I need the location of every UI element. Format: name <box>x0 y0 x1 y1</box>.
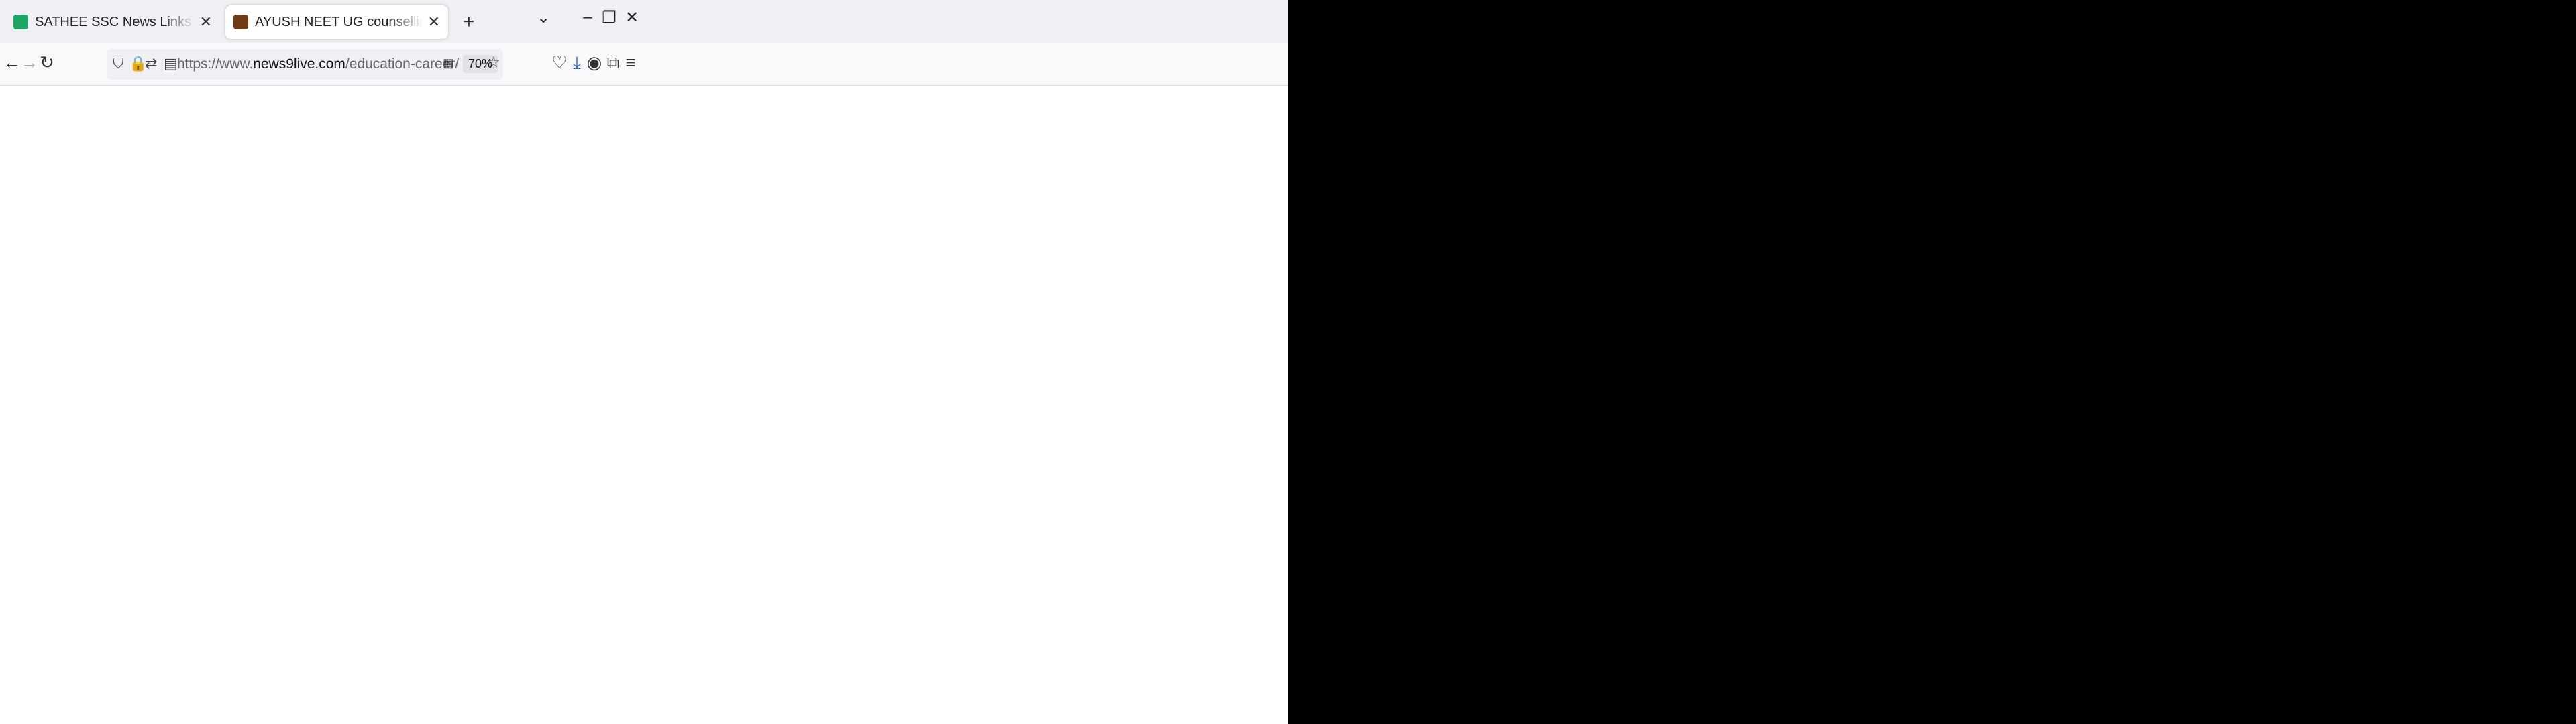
primary-monitor: SATHEE SSC News Links - Googl ✕ AYUSH NE… <box>0 0 1288 724</box>
permissions-icon[interactable]: ⇄ <box>145 55 157 72</box>
news9-favicon-icon <box>233 15 248 29</box>
close-tab-icon[interactable]: ✕ <box>428 13 440 31</box>
tab-strip: SATHEE SSC News Links - Googl ✕ AYUSH NE… <box>0 0 1288 43</box>
new-tab-icon[interactable]: + <box>463 11 475 34</box>
close-tab-icon[interactable]: ✕ <box>200 13 212 31</box>
nav-bar: ← → ↻ ⛉ 🔒 ⇄ ▤ https://www.news9live.com/… <box>0 43 1288 86</box>
url-bar[interactable]: ⛉ 🔒 ⇄ ▤ https://www.news9live.com/educat… <box>107 49 503 80</box>
reader-icon[interactable]: ▤ <box>164 55 178 72</box>
tab-sathee-news[interactable]: SATHEE SSC News Links - Googl ✕ <box>5 5 220 39</box>
sheets-favicon-icon <box>13 15 28 29</box>
tab-ayush-neet[interactable]: AYUSH NEET UG counselling 2024 ✕ <box>225 5 448 39</box>
close-window-icon[interactable]: ✕ <box>619 8 645 27</box>
menu-icon[interactable]: ≡ <box>619 52 643 73</box>
reload-icon[interactable]: ↻ <box>35 52 59 73</box>
list-tabs-icon[interactable]: ⌄ <box>530 8 557 27</box>
bookmark-star-icon[interactable]: ☆ <box>487 54 500 71</box>
page-icon[interactable]: ▦ <box>443 56 454 70</box>
shield-icon[interactable]: ⛉ <box>113 55 124 72</box>
url-text[interactable]: https://www.news9live.com/education-care… <box>177 56 459 72</box>
